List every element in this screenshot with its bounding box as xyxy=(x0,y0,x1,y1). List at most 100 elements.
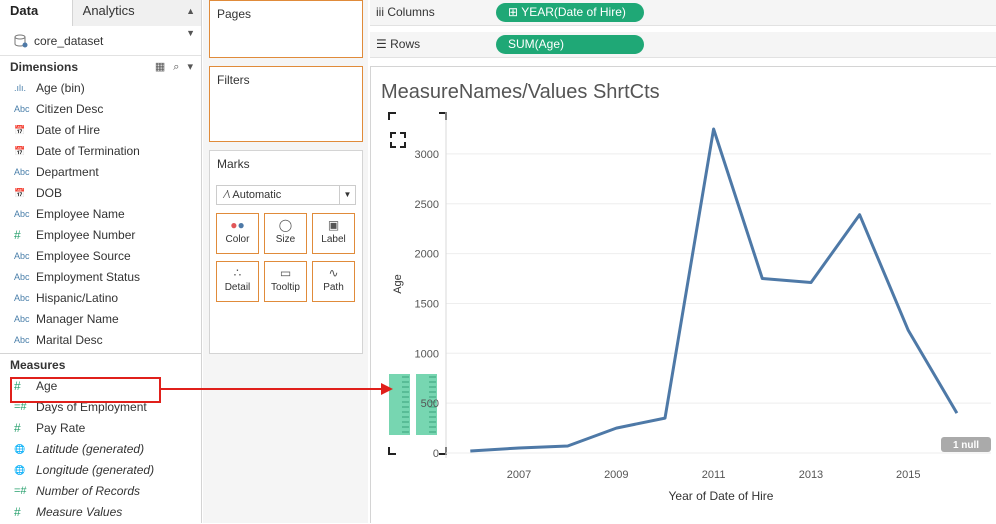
number-icon: # xyxy=(14,421,21,435)
cards-column: Pages Filters Marks ⁄\ Automatic ▼ ●● Co… xyxy=(203,0,368,523)
color-label: Color xyxy=(225,234,250,245)
field-employment-status[interactable]: Abc Employment Status xyxy=(0,267,201,288)
field-employee-name[interactable]: Abc Employee Name xyxy=(0,204,201,225)
marks-card: Marks ⁄\ Automatic ▼ ●● Color ◯ Size ▣ L… xyxy=(209,150,363,354)
field-date-of-termination[interactable]: 📅 Date of Termination xyxy=(0,141,201,162)
bracket-corner xyxy=(388,447,396,455)
bracket-corner xyxy=(388,112,396,120)
label-button[interactable]: ▣ Label xyxy=(312,213,355,254)
null-indicator[interactable]: 1 null xyxy=(941,437,991,452)
bin-icon: .ılı. xyxy=(14,83,27,93)
calc-number-icon: =# xyxy=(14,485,27,497)
field-label: Employment Status xyxy=(36,270,141,284)
columns-pill[interactable]: ⊞ YEAR(Date of Hire) xyxy=(496,3,644,22)
field-label: Marital Desc xyxy=(36,333,103,347)
field-measure-values[interactable]: # Measure Values xyxy=(0,502,201,523)
focus-bracket-corner xyxy=(390,132,396,138)
datasource-item[interactable]: core_dataset xyxy=(0,26,201,56)
field-citizen-desc[interactable]: Abc Citizen Desc xyxy=(0,99,201,120)
field-age-bin[interactable]: .ılı. Age (bin) xyxy=(0,78,201,99)
tab-analytics[interactable]: Analytics ▲ ▼ xyxy=(71,0,201,38)
detail-button[interactable]: ∴ Detail xyxy=(216,261,259,302)
pages-card-title: Pages xyxy=(217,7,252,21)
bracket-corner xyxy=(439,447,447,455)
tooltip-button[interactable]: ▭ Tooltip xyxy=(264,261,307,302)
field-marital-desc[interactable]: Abc Marital Desc xyxy=(0,330,201,351)
field-dob[interactable]: 📅 DOB xyxy=(0,183,201,204)
field-label: Manager Name xyxy=(36,312,119,326)
calendar-icon: 📅 xyxy=(14,188,26,198)
field-latitude-generated[interactable]: 🌐 Latitude (generated) xyxy=(0,439,201,460)
filters-card[interactable]: Filters xyxy=(209,66,363,142)
string-icon: Abc xyxy=(14,167,30,177)
tab-analytics-label: Analytics xyxy=(82,3,135,18)
field-label: Date of Termination xyxy=(36,144,140,158)
rows-icon: ☰ xyxy=(376,37,387,51)
rows-shelf[interactable]: ☰ Rows SUM(Age) xyxy=(370,32,996,58)
bracket-corner xyxy=(439,112,447,120)
detail-label: Detail xyxy=(224,282,251,293)
string-icon: Abc xyxy=(14,272,30,282)
rows-shelf-label: ☰ Rows xyxy=(376,37,421,51)
color-button[interactable]: ●● Color xyxy=(216,213,259,254)
string-icon: Abc xyxy=(14,209,30,219)
dimensions-list: .ılı. Age (bin) Abc Citizen Desc 📅 Date of Hi… xyxy=(0,78,201,351)
field-label: Latitude (generated) xyxy=(36,442,145,456)
color-icon: ●● xyxy=(230,218,245,232)
field-hispanic-latino[interactable]: Abc Hispanic/Latino xyxy=(0,288,201,309)
x-tick-label: 2015 xyxy=(896,469,920,481)
path-icon: ∿ xyxy=(328,266,339,280)
field-label: Number of Records xyxy=(36,484,141,498)
field-department[interactable]: Abc Department xyxy=(0,162,201,183)
y-tick-label: 2500 xyxy=(415,199,439,211)
number-icon: # xyxy=(14,228,21,242)
null-indicator-text: 1 null xyxy=(953,440,979,451)
x-tick-label: 2007 xyxy=(507,469,531,481)
field-longitude-generated[interactable]: 🌐 Longitude (generated) xyxy=(0,460,201,481)
y-axis-label: Age xyxy=(392,274,404,294)
string-icon: Abc xyxy=(14,104,30,114)
path-button[interactable]: ∿ Path xyxy=(312,261,355,302)
field-label: Age (bin) xyxy=(36,81,85,95)
y-tick-label: 0 xyxy=(433,448,439,460)
view-toggle-icon[interactable]: ▦ xyxy=(155,56,165,78)
detail-icon: ∴ xyxy=(233,266,242,280)
label-label: Label xyxy=(321,234,346,245)
label-icon: ▣ xyxy=(327,218,340,232)
field-manager-name[interactable]: Abc Manager Name xyxy=(0,309,201,330)
field-employee-number[interactable]: # Employee Number xyxy=(0,225,201,246)
string-icon: Abc xyxy=(14,314,30,324)
pages-card[interactable]: Pages xyxy=(209,0,363,58)
tab-data[interactable]: Data xyxy=(0,0,72,26)
x-axis-label: Year of Date of Hire xyxy=(669,489,774,503)
line-chart: MeasureNames/Values ShrtCts 0 500 1000 1500… xyxy=(381,81,991,503)
field-number-of-records[interactable]: =# Number of Records xyxy=(0,481,201,502)
globe-icon: 🌐 xyxy=(14,444,26,454)
y-tick-label: 500 xyxy=(421,398,439,410)
y-tick-label: 1000 xyxy=(415,348,439,360)
rows-pill[interactable]: SUM(Age) xyxy=(496,35,644,54)
measures-title: Measures xyxy=(10,358,66,372)
size-button[interactable]: ◯ Size xyxy=(264,213,307,254)
field-date-of-hire[interactable]: 📅 Date of Hire xyxy=(0,120,201,141)
filters-card-title: Filters xyxy=(217,73,250,87)
mark-type-value: Automatic xyxy=(232,189,282,201)
database-icon xyxy=(14,34,28,47)
field-label: Employee Source xyxy=(36,249,131,263)
field-employee-source[interactable]: Abc Employee Source xyxy=(0,246,201,267)
field-label: Hispanic/Latino xyxy=(36,291,119,305)
field-pay-rate[interactable]: # Pay Rate xyxy=(0,418,201,439)
calendar-icon: 📅 xyxy=(14,125,26,135)
chevron-down-icon: ▼ xyxy=(339,186,355,204)
x-tick-label: 2011 xyxy=(702,469,726,481)
chart-gridlines xyxy=(445,112,991,458)
field-label: Longitude (generated) xyxy=(36,463,155,477)
mark-type-select[interactable]: ⁄\ Automatic ▼ xyxy=(216,185,356,205)
menu-dropdown-icon[interactable]: ▾ xyxy=(187,56,193,78)
focus-bracket-corner xyxy=(390,142,396,148)
globe-icon: 🌐 xyxy=(14,465,26,475)
search-icon[interactable]: ⌕ xyxy=(173,56,179,78)
line-mark-icon: ⁄\ xyxy=(225,189,230,201)
columns-shelf[interactable]: iii Columns ⊞ YEAR(Date of Hire) xyxy=(370,0,996,26)
x-axis-ticks: 2007 2009 2011 2013 2015 xyxy=(507,469,921,481)
